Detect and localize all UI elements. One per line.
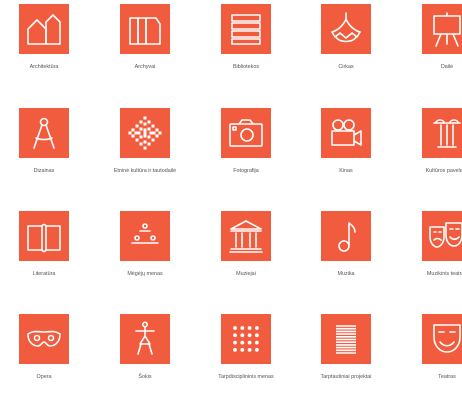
category-tile[interactable]: Etninė kultūra ir tautodailė <box>94 108 196 200</box>
category-label[interactable]: Muzika <box>302 271 390 277</box>
category-tile[interactable]: Architektūra <box>0 4 95 96</box>
category-label[interactable]: Opera <box>0 374 88 380</box>
category-tile[interactable]: Mėgėjų menas <box>94 211 196 303</box>
compass-icon[interactable] <box>19 108 69 158</box>
museum-icon[interactable] <box>221 211 271 261</box>
category-tile[interactable]: Kultūros paveldas <box>396 108 462 200</box>
category-tile[interactable]: Teatras <box>396 314 462 406</box>
books-icon[interactable] <box>221 4 271 54</box>
category-label[interactable]: Cirkas <box>302 64 390 70</box>
category-tile[interactable]: Bibliotekos <box>195 4 297 96</box>
category-tile[interactable]: Dizainas <box>0 108 95 200</box>
lines-icon[interactable] <box>321 314 371 364</box>
category-tile[interactable]: Opera <box>0 314 95 406</box>
theatre-mask-icon[interactable] <box>422 314 462 364</box>
film-camera-icon[interactable] <box>321 108 371 158</box>
dancer-icon[interactable] <box>120 314 170 364</box>
category-label[interactable]: Architektūra <box>0 64 88 70</box>
category-label[interactable]: Kinas <box>302 168 390 174</box>
category-tile[interactable]: Cirkas <box>295 4 397 96</box>
category-label[interactable]: Dailė <box>403 64 462 70</box>
open-book-icon[interactable] <box>19 211 69 261</box>
category-grid: Architektūra Archyvai Bibliotekos Cirkas Dai… <box>0 0 462 383</box>
category-tile[interactable]: Muzikinis teatras <box>396 211 462 303</box>
category-tile[interactable]: Kinas <box>295 108 397 200</box>
camera-icon[interactable] <box>221 108 271 158</box>
dot-grid-icon[interactable] <box>221 314 271 364</box>
architecture-icon[interactable] <box>19 4 69 54</box>
category-label[interactable]: Fotografija <box>202 168 290 174</box>
category-label[interactable]: Literatūra <box>0 271 88 277</box>
category-label[interactable]: Teatras <box>403 374 462 380</box>
category-label[interactable]: Muziejai <box>202 271 290 277</box>
category-label[interactable]: Kultūros paveldas <box>403 168 462 174</box>
category-label[interactable]: Mėgėjų menas <box>101 271 189 277</box>
category-label[interactable]: Bibliotekos <box>202 64 290 70</box>
music-note-icon[interactable] <box>321 211 371 261</box>
circus-tent-icon[interactable] <box>321 4 371 54</box>
category-label[interactable]: Archyvai <box>101 64 189 70</box>
easel-icon[interactable] <box>422 4 462 54</box>
category-tile[interactable]: Dailė <box>396 4 462 96</box>
opera-mask-icon[interactable] <box>19 314 69 364</box>
amateur-stage-icon[interactable] <box>120 211 170 261</box>
archives-icon[interactable] <box>120 4 170 54</box>
category-label[interactable]: Etninė kultūra ir tautodailė <box>101 168 189 174</box>
category-label[interactable]: Dizainas <box>0 168 88 174</box>
category-tile[interactable]: Tarpdisciplininis menas <box>195 314 297 406</box>
category-tile[interactable]: Muzika <box>295 211 397 303</box>
folk-ornament-icon[interactable] <box>120 108 170 158</box>
category-tile[interactable]: Tarptautiniai projektai <box>295 314 397 406</box>
category-label[interactable]: Muzikinis teatras <box>403 271 462 277</box>
theatre-masks-icon[interactable] <box>422 211 462 261</box>
column-icon[interactable] <box>422 108 462 158</box>
category-tile[interactable]: Muziejai <box>195 211 297 303</box>
category-tile[interactable]: Šokis <box>94 314 196 406</box>
category-label[interactable]: Šokis <box>101 374 189 380</box>
category-tile[interactable]: Archyvai <box>94 4 196 96</box>
category-label[interactable]: Tarptautiniai projektai <box>302 374 390 380</box>
category-tile[interactable]: Fotografija <box>195 108 297 200</box>
category-tile[interactable]: Literatūra <box>0 211 95 303</box>
category-label[interactable]: Tarpdisciplininis menas <box>202 374 290 380</box>
